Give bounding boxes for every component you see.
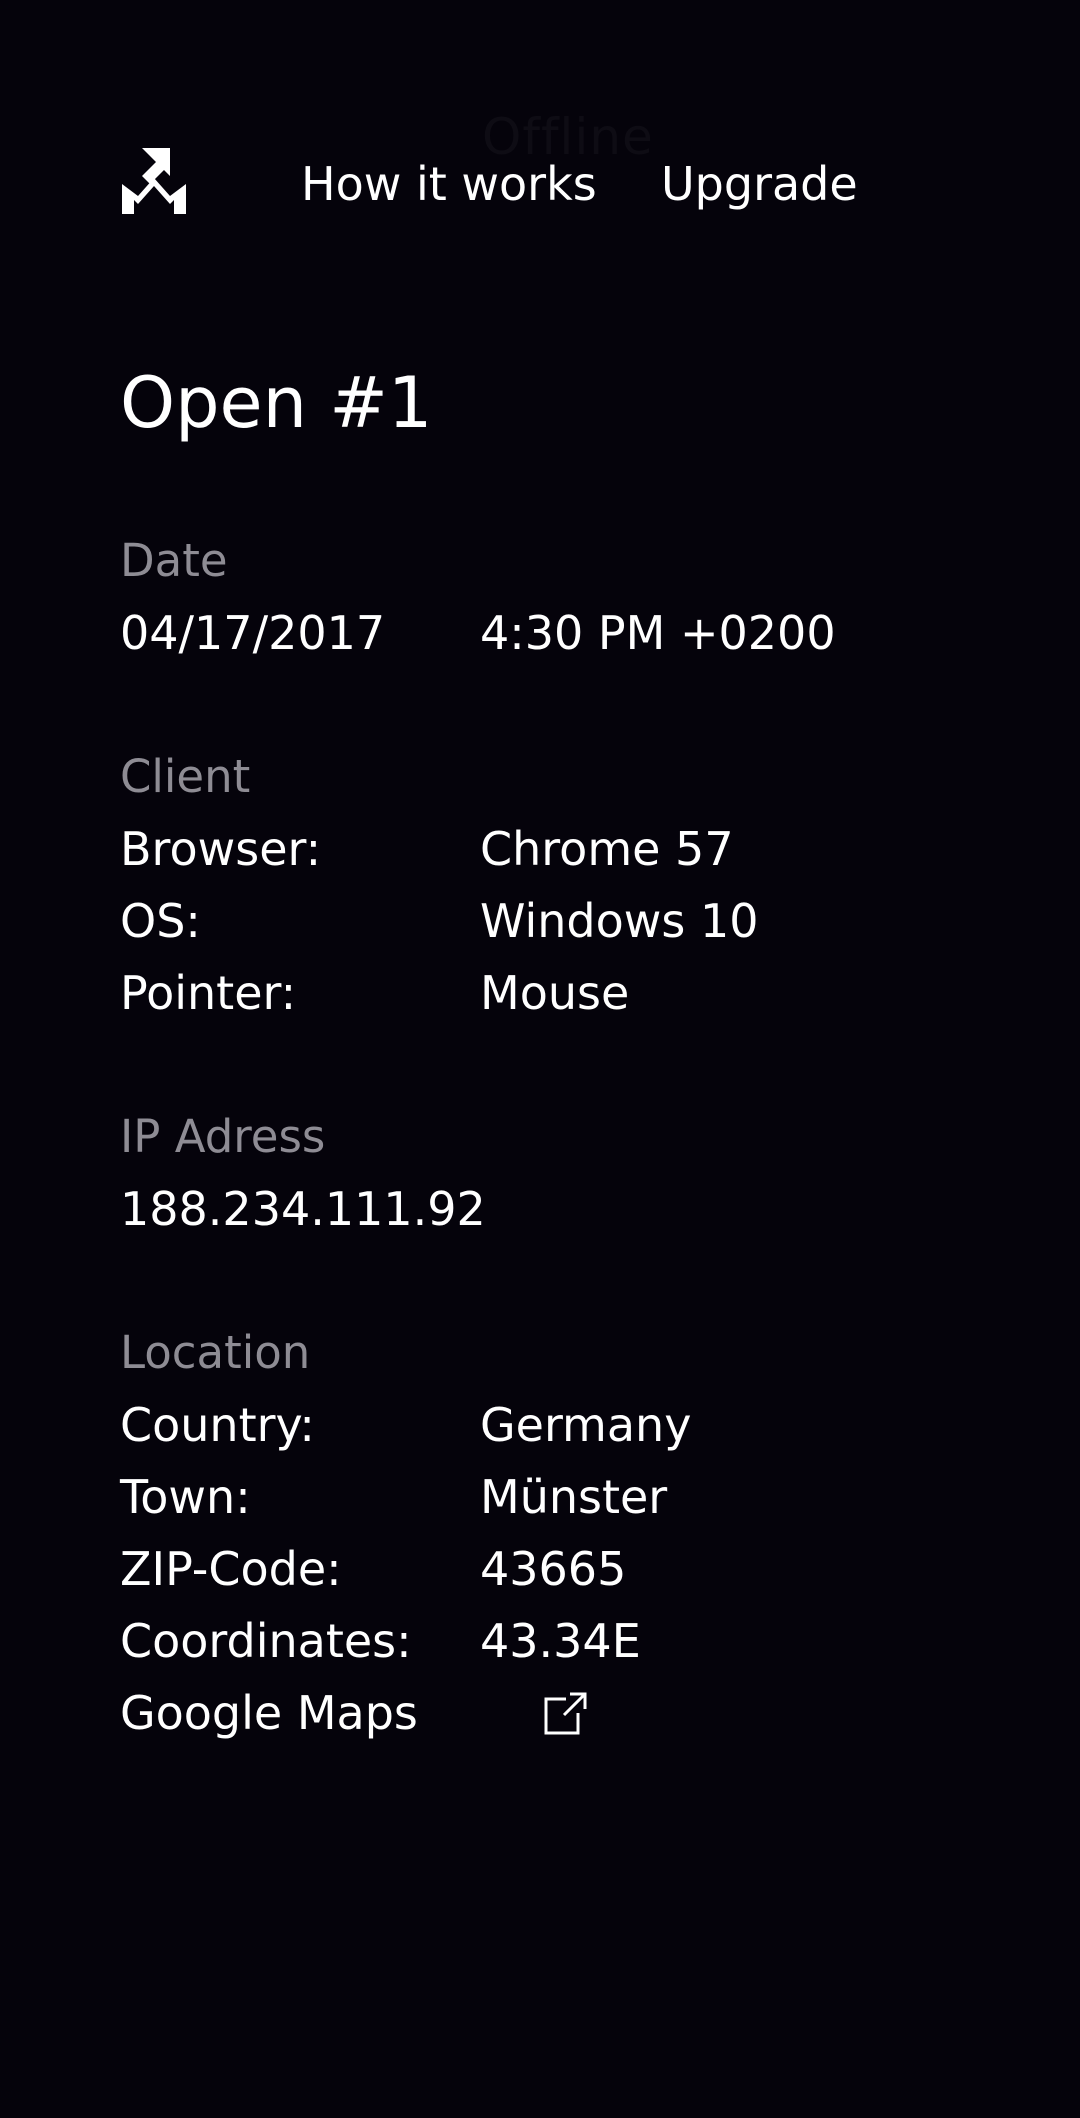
client-section: Client Browser: Chrome 57 OS: Windows 10… xyxy=(120,741,960,1029)
pointer-key: Pointer: xyxy=(120,966,297,1020)
location-town-row: Town: Münster xyxy=(120,1461,960,1533)
nav-upgrade-link[interactable]: Upgrade xyxy=(661,156,858,212)
date-row: 04/17/2017 4:30 PM +0200 xyxy=(120,597,960,669)
coordinates-key: Coordinates: xyxy=(120,1614,412,1668)
date-section: Date 04/17/2017 4:30 PM +0200 xyxy=(120,525,960,669)
location-country-row: Country: Germany xyxy=(120,1389,960,1461)
ip-row: 188.234.111.92 xyxy=(120,1173,960,1245)
client-browser-row: Browser: Chrome 57 xyxy=(120,813,960,885)
browser-value: Chrome 57 xyxy=(480,822,734,876)
os-key: OS: xyxy=(120,894,201,948)
town-key: Town: xyxy=(120,1470,251,1524)
date-time-value: 4:30 PM +0200 xyxy=(480,606,836,660)
google-maps-label: Google Maps xyxy=(120,1686,418,1740)
client-pointer-row: Pointer: Mouse xyxy=(120,957,960,1029)
browser-key: Browser: xyxy=(120,822,322,876)
location-zip-row: ZIP-Code: 43665 xyxy=(120,1533,960,1605)
top-navigation: How it works Upgrade xyxy=(120,142,960,220)
client-label: Client xyxy=(120,750,251,803)
pointer-value: Mouse xyxy=(480,966,630,1020)
ip-label: IP Adress xyxy=(120,1110,326,1163)
country-key: Country: xyxy=(120,1398,315,1452)
ip-section: IP Adress 188.234.111.92 xyxy=(120,1101,960,1245)
google-maps-link[interactable]: Google Maps xyxy=(120,1677,960,1749)
nav-how-it-works-link[interactable]: How it works xyxy=(301,156,597,212)
os-value: Windows 10 xyxy=(480,894,759,948)
location-coordinates-row: Coordinates: 43.34E xyxy=(120,1605,960,1677)
zip-value: 43665 xyxy=(480,1542,627,1596)
date-label: Date xyxy=(120,534,228,587)
zip-key: ZIP-Code: xyxy=(120,1542,342,1596)
page-title: Open #1 xyxy=(120,362,433,444)
town-value: Münster xyxy=(480,1470,668,1524)
logo-mark-icon[interactable] xyxy=(120,142,188,216)
external-link-icon[interactable] xyxy=(540,1689,588,1737)
location-label: Location xyxy=(120,1326,311,1379)
date-day-value: 04/17/2017 xyxy=(120,606,386,660)
location-section: Location Country: Germany Town: Münster … xyxy=(120,1317,960,1749)
country-value: Germany xyxy=(480,1398,692,1452)
ip-value: 188.234.111.92 xyxy=(120,1182,486,1236)
client-os-row: OS: Windows 10 xyxy=(120,885,960,957)
coordinates-value: 43.34E xyxy=(480,1614,641,1668)
